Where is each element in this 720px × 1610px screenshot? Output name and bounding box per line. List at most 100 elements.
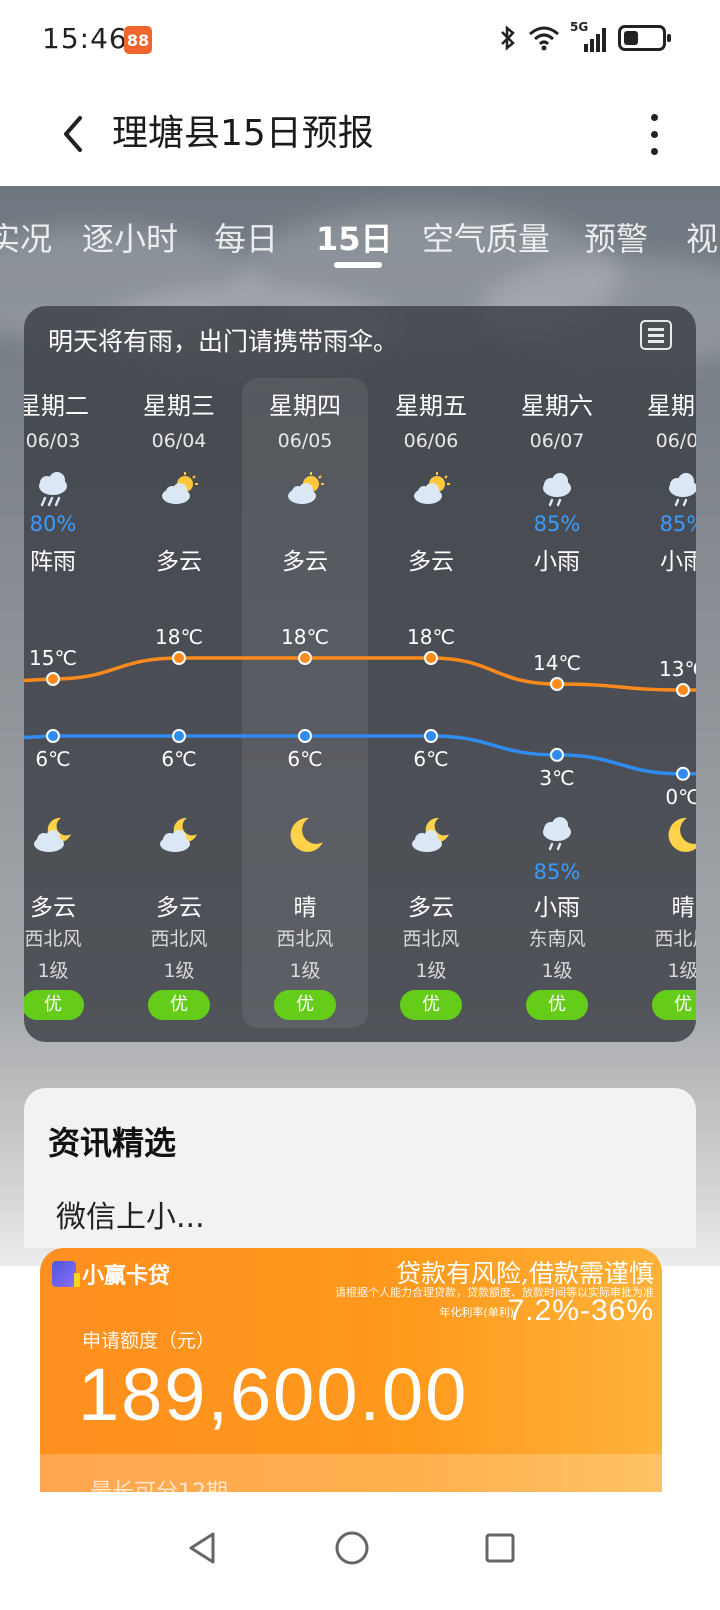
aqi-badge: 优	[652, 990, 696, 1020]
moon-cloud-icon	[157, 814, 201, 858]
news-item[interactable]: 微信上小...	[56, 1192, 205, 1236]
loan-ad-banner[interactable]: 小赢卡贷 贷款有风险,借款需谨慎 请根据个人能力合理贷款，贷款额度、放款时间等以…	[40, 1248, 662, 1492]
day-column[interactable]: 星期六 06/07 85% 小雨 85% 小雨 东南风 1级 优	[494, 378, 620, 1028]
list-view-icon[interactable]	[640, 320, 672, 350]
ad-rate-label: 年化利率(单利)	[439, 1306, 514, 1319]
day-condition: 阵雨	[30, 549, 76, 575]
wind-level: 1级	[541, 960, 573, 982]
wind-direction: 西北风	[402, 928, 460, 950]
wind-level: 1级	[415, 960, 447, 982]
night-condition: 晴	[671, 895, 695, 921]
day-name: 星期日	[647, 392, 696, 420]
wind-direction: 东南风	[528, 928, 586, 950]
rain-shower-icon	[33, 470, 73, 510]
night-condition: 多云	[30, 895, 76, 921]
wind-level: 1级	[289, 960, 321, 982]
ad-brand: 小赢卡贷	[52, 1258, 170, 1290]
day-date: 06/06	[403, 430, 459, 452]
day-date: 06/08	[655, 430, 696, 452]
app-header: 理塘县15日预报	[0, 84, 720, 186]
news-section-title: 资讯精选	[48, 1124, 177, 1162]
aqi-badge: 优	[400, 990, 462, 1020]
day-column[interactable]: 星期二 06/03 80% 阵雨 多云 西北风 1级 优	[24, 378, 116, 1028]
sun-cloud-icon	[159, 470, 199, 510]
page-title: 理塘县15日预报	[112, 113, 374, 154]
day-column[interactable]: 星期三 06/04 多云 多云 西北风 1级 优	[116, 378, 242, 1028]
active-tab-indicator	[334, 262, 382, 268]
night-condition: 多云	[156, 895, 202, 921]
nav-home-icon	[335, 1531, 369, 1565]
day-condition: 多云	[156, 549, 202, 575]
day-condition: 多云	[408, 549, 454, 575]
forecast-tabs: 实况 逐小时 每日 15日 空气质量 预警 视	[0, 186, 720, 284]
day-column[interactable]: 星期日 06/08 85% 小雨 晴 西北风 1级 优	[620, 378, 696, 1028]
wind-direction: 西北风	[276, 928, 334, 950]
forecast-tip: 明天将有雨，出门请携带雨伞。	[48, 327, 399, 356]
moon-cloud-icon	[409, 814, 453, 858]
day-name: 星期六	[521, 392, 593, 420]
moon-cloud-icon	[31, 814, 75, 858]
ad-amount: 189,600.00	[78, 1353, 469, 1436]
day-name: 星期五	[395, 392, 467, 420]
wind-direction: 西北风	[150, 928, 208, 950]
light-rain-icon	[537, 470, 577, 510]
ad-brand-name: 小赢卡贷	[82, 1264, 171, 1289]
day-date: 06/04	[151, 430, 207, 452]
aqi-badge: 优	[526, 990, 588, 1020]
day-name: 星期四	[269, 392, 341, 420]
back-button[interactable]	[52, 106, 92, 162]
tab-warning[interactable]: 预警	[584, 214, 648, 260]
day-precip: 85%	[659, 512, 696, 536]
day-name: 星期二	[24, 392, 89, 420]
light-rain-icon	[663, 470, 696, 510]
status-icons: 5G	[498, 20, 671, 52]
sun-cloud-icon	[411, 470, 451, 510]
tab-video[interactable]: 视	[686, 214, 718, 260]
tab-hourly[interactable]: 逐小时	[82, 214, 178, 260]
day-precip: 80%	[29, 512, 77, 536]
moon-icon	[283, 814, 327, 858]
network-type: 5G	[570, 20, 589, 34]
brand-logo-icon	[52, 1261, 80, 1287]
bluetooth-icon	[501, 25, 515, 51]
news-card: 资讯精选 微信上小...	[24, 1088, 696, 1248]
day-date: 06/03	[25, 430, 81, 452]
wind-level: 1级	[37, 960, 69, 982]
status-bar: 15:46 88 5G	[0, 0, 720, 84]
battery-icon	[618, 25, 671, 51]
day-condition: 多云	[282, 549, 328, 575]
night-condition: 多云	[408, 895, 454, 921]
nav-recent-icon	[485, 1533, 515, 1563]
ad-rate: 7.2%-36%	[507, 1294, 654, 1327]
night-condition: 小雨	[534, 895, 580, 921]
wind-direction: 西北风	[24, 928, 82, 950]
aqi-badge: 优	[148, 990, 210, 1020]
ad-amount-label: 申请额度（元）	[82, 1330, 216, 1352]
forecast-card: 明天将有雨，出门请携带雨伞。 星期二 06/03 80% 阵雨 多云 西北风 1…	[24, 306, 696, 1042]
tab-15-day[interactable]: 15日	[316, 214, 393, 260]
aqi-badge: 优	[24, 990, 84, 1020]
ad-term: 最长可分12期	[90, 1474, 228, 1492]
tab-daily[interactable]: 每日	[214, 214, 278, 260]
aqi-badge: 优	[274, 990, 336, 1020]
chevron-left-icon	[64, 116, 82, 152]
nav-home-button[interactable]	[332, 1528, 372, 1568]
light-rain-icon	[535, 814, 579, 858]
more-options-button[interactable]	[640, 106, 668, 162]
tab-current[interactable]: 实况	[0, 214, 52, 260]
day-precip: 85%	[533, 512, 581, 536]
night-precip: 85%	[533, 860, 581, 884]
wifi-icon	[529, 26, 559, 51]
night-condition: 晴	[293, 895, 317, 921]
nav-recent-button[interactable]	[480, 1528, 520, 1568]
day-column[interactable]: 星期五 06/06 多云 多云 西北风 1级 优	[368, 378, 494, 1028]
day-column[interactable]: 星期四 06/05 多云 晴 西北风 1级 优	[242, 378, 368, 1028]
nav-back-icon	[189, 1532, 215, 1564]
day-condition: 小雨	[534, 549, 580, 575]
tab-air-quality[interactable]: 空气质量	[422, 214, 550, 260]
moon-icon	[661, 814, 696, 858]
day-date: 06/05	[277, 430, 333, 452]
nav-back-button[interactable]	[182, 1528, 222, 1568]
day-name: 星期三	[143, 392, 215, 420]
wind-direction: 西北风	[654, 928, 696, 950]
